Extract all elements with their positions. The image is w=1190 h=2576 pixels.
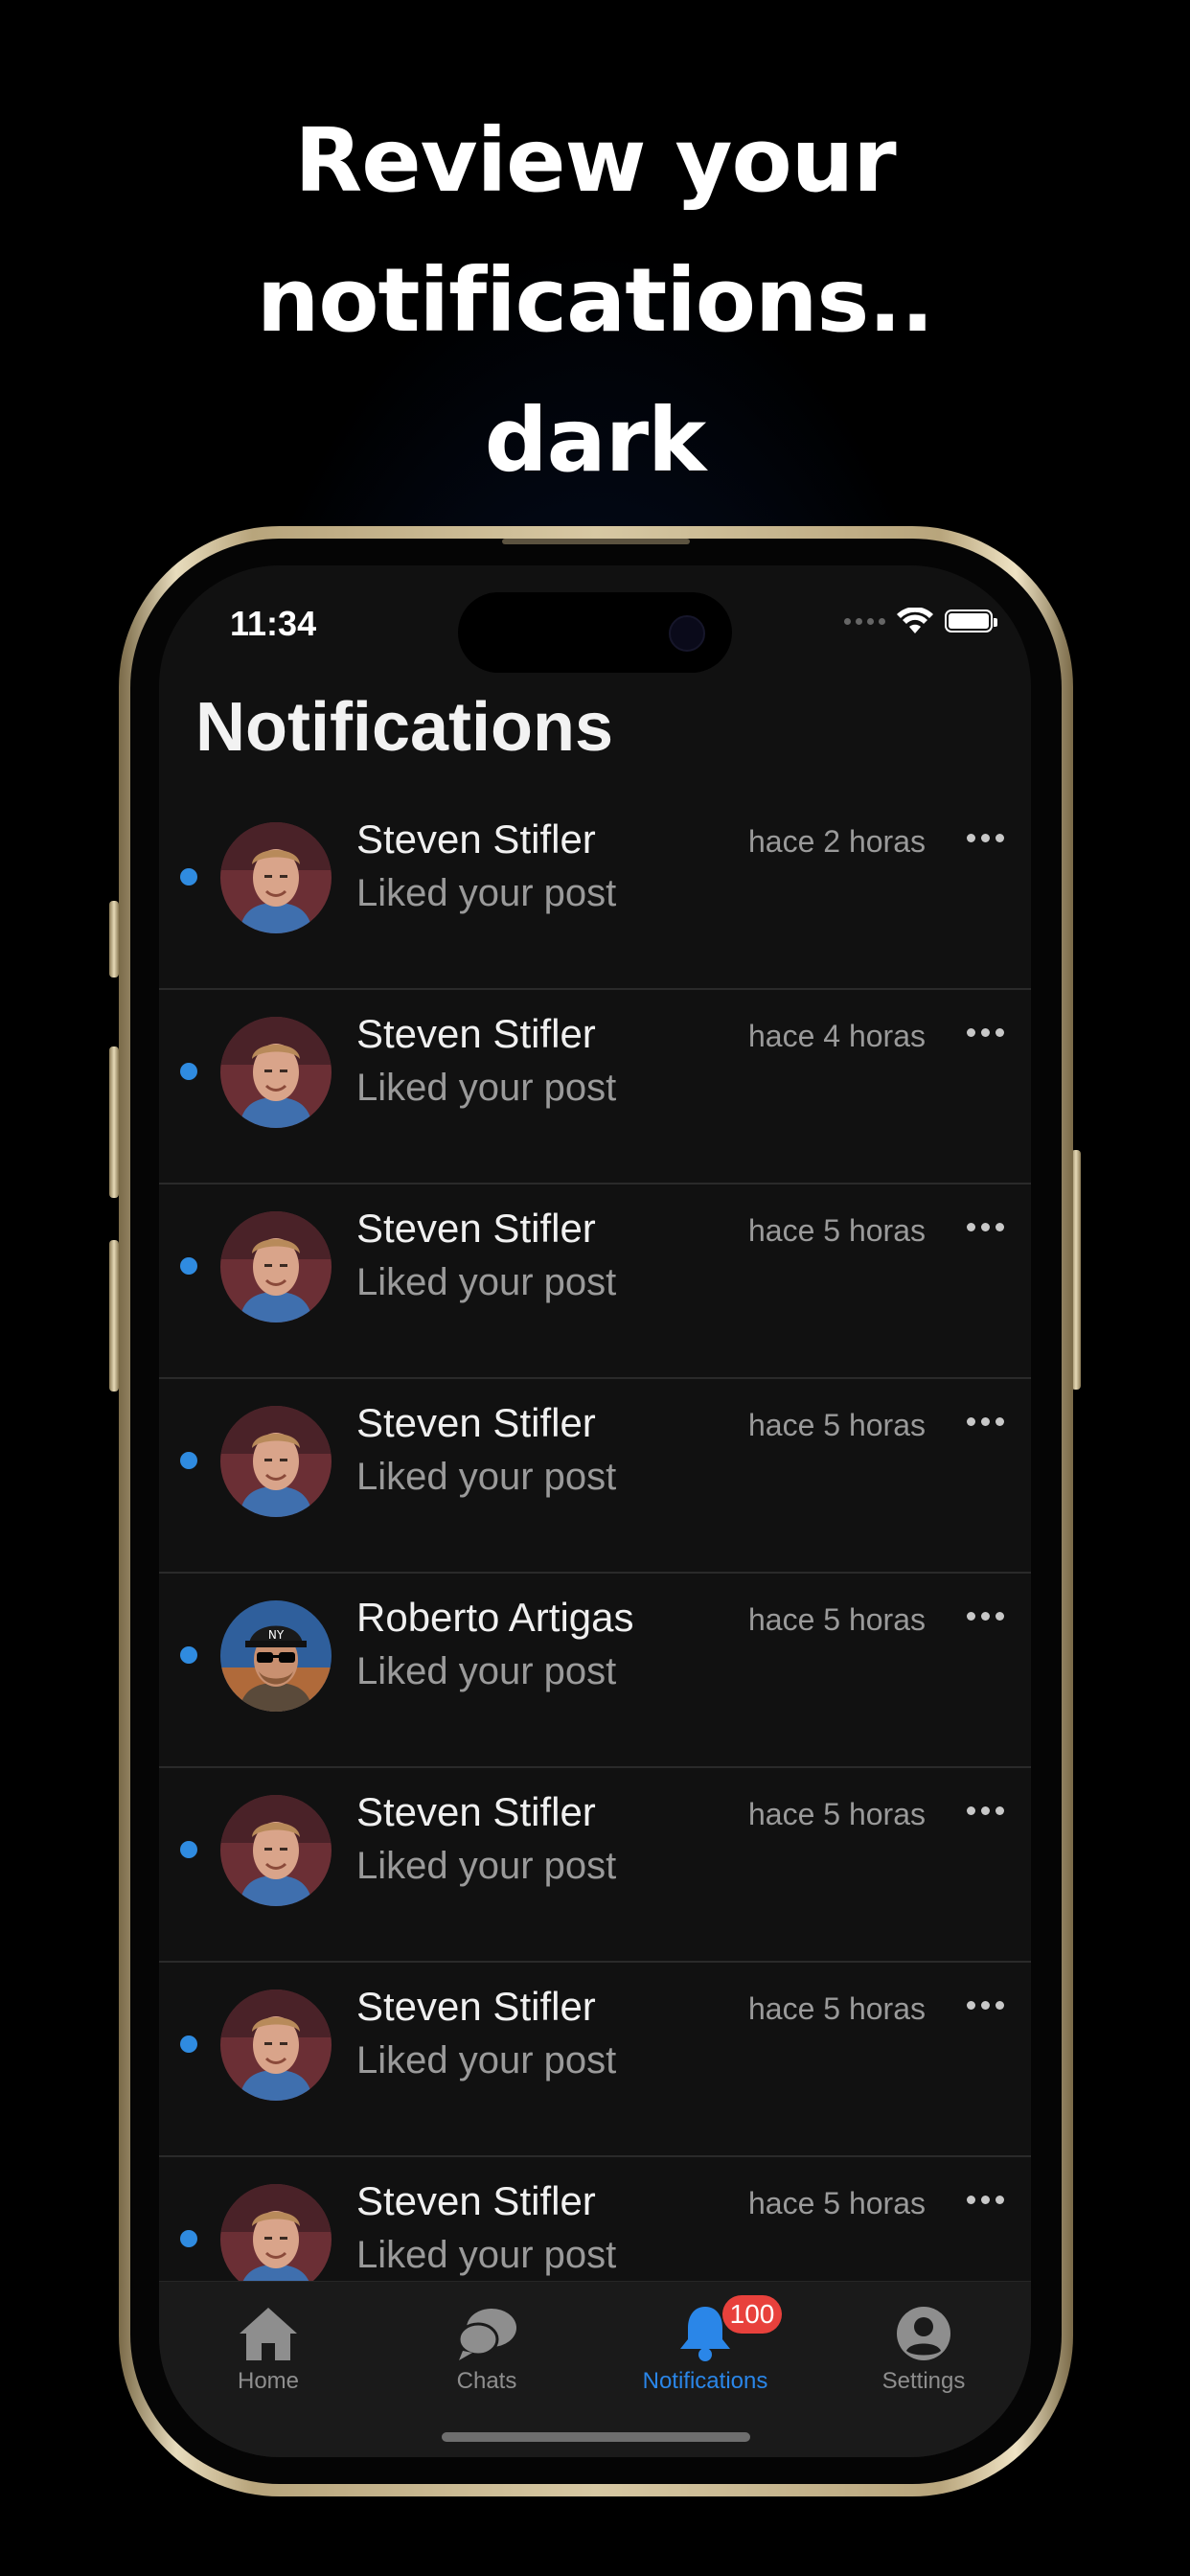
avatar[interactable]: NY xyxy=(220,1600,332,1712)
sender-name: Steven Stifler xyxy=(356,816,596,862)
svg-text:NY: NY xyxy=(268,1628,285,1642)
more-options-icon[interactable] xyxy=(967,1028,1004,1037)
avatar[interactable] xyxy=(220,2184,332,2281)
phone-speaker xyxy=(502,539,690,544)
list-item[interactable]: Steven Stifler Liked your post hace 2 hora… xyxy=(159,795,1031,990)
promo-headline: Review your notifications.. dark xyxy=(0,91,1190,511)
front-camera xyxy=(669,615,705,652)
notification-time: hace 4 horas xyxy=(747,1019,926,1053)
signal-dots-icon xyxy=(844,617,885,625)
unread-dot xyxy=(180,1452,197,1469)
avatar[interactable] xyxy=(220,1211,332,1322)
more-options-icon[interactable] xyxy=(967,1612,1004,1621)
avatar[interactable] xyxy=(220,1406,332,1517)
tab-settings[interactable]: Settings xyxy=(828,2299,1019,2395)
notification-message: Liked your post xyxy=(356,872,617,914)
unread-dot xyxy=(180,1841,197,1858)
tab-label: Settings xyxy=(881,2368,966,2394)
notification-time: hace 5 horas xyxy=(747,2186,926,2220)
avatar[interactable] xyxy=(220,1017,332,1128)
list-item[interactable]: Steven Stifler Liked your post hace 5 hora… xyxy=(159,1768,1031,1963)
sender-name: Steven Stifler xyxy=(356,1984,596,2029)
volume-down-button xyxy=(109,1240,119,1392)
headline-line-3: dark xyxy=(484,389,707,492)
more-options-icon[interactable] xyxy=(967,1417,1004,1426)
tab-label: Chats xyxy=(456,2368,517,2394)
tab-label: Notifications xyxy=(642,2368,768,2394)
more-options-icon[interactable] xyxy=(967,834,1004,842)
notification-message: Liked your post xyxy=(356,2039,617,2082)
notifications-list[interactable]: Steven Stifler Liked your post hace 2 hora… xyxy=(159,795,1031,2281)
unread-dot xyxy=(180,2036,197,2053)
sender-name: Steven Stifler xyxy=(356,1400,596,1445)
headline-line-2: notifications.. xyxy=(256,249,934,352)
phone-screen: 11:34 Notifications Steven Stifler Liked … xyxy=(159,565,1031,2457)
house-icon xyxy=(240,2308,297,2360)
tab-notifications[interactable]: 100 Notifications xyxy=(609,2295,801,2395)
list-item[interactable]: NY Roberto Artigas Liked your post hace 5 h… xyxy=(159,1574,1031,1768)
more-options-icon[interactable] xyxy=(967,1806,1004,1815)
notification-message: Liked your post xyxy=(356,2234,617,2276)
headline-line-1: Review your xyxy=(294,109,896,212)
notification-time: hace 5 horas xyxy=(747,1797,926,1831)
sender-name: Steven Stifler xyxy=(356,1206,596,1251)
sender-name: Steven Stifler xyxy=(356,1011,596,1056)
notification-message: Liked your post xyxy=(356,1456,617,1498)
list-item[interactable]: Steven Stifler Liked your post hace 5 hora… xyxy=(159,1963,1031,2157)
sender-name: Roberto Artigas xyxy=(356,1595,634,1640)
wifi-icon xyxy=(897,608,933,633)
dynamic-island xyxy=(458,592,732,673)
tab-chats[interactable]: Chats xyxy=(391,2299,583,2395)
more-options-icon[interactable] xyxy=(967,2196,1004,2204)
avatar[interactable] xyxy=(220,1795,332,1906)
sender-name: Steven Stifler xyxy=(356,1789,596,1834)
list-item[interactable]: Steven Stifler Liked your post hace 4 hora… xyxy=(159,990,1031,1184)
list-item[interactable]: Steven Stifler Liked your post hace 5 hora… xyxy=(159,1379,1031,1574)
avatar[interactable] xyxy=(220,822,332,933)
battery-icon xyxy=(945,610,997,632)
unread-dot xyxy=(180,868,197,886)
notification-time: hace 5 horas xyxy=(747,1408,926,1442)
sender-name: Steven Stifler xyxy=(356,2178,596,2223)
unread-dot xyxy=(180,1063,197,1080)
list-item[interactable]: Steven Stifler Liked your post hace 5 hora… xyxy=(159,1184,1031,1379)
notification-message: Liked your post xyxy=(356,1650,617,1692)
notification-time: hace 5 horas xyxy=(747,1213,926,1248)
unread-dot xyxy=(180,1646,197,1664)
notification-message: Liked your post xyxy=(356,1067,617,1109)
tab-home[interactable]: Home xyxy=(172,2299,364,2395)
notification-badge: 100 xyxy=(722,2295,782,2334)
action-button xyxy=(109,901,119,978)
person-circle-icon xyxy=(897,2307,950,2360)
home-indicator xyxy=(442,2432,750,2442)
status-icons xyxy=(844,608,997,634)
notification-message: Liked your post xyxy=(356,1845,617,1887)
avatar[interactable] xyxy=(220,1990,332,2101)
unread-dot xyxy=(180,2230,197,2247)
unread-dot xyxy=(180,1257,197,1275)
more-options-icon[interactable] xyxy=(967,1223,1004,1231)
status-time: 11:34 xyxy=(230,604,317,643)
tab-bar: Home Chats 100 Notifications Settings xyxy=(159,2281,1031,2457)
notification-time: hace 5 horas xyxy=(747,1991,926,2026)
page-title: Notifications xyxy=(195,689,614,766)
list-item[interactable]: Steven Stifler Liked your post hace 5 hora… xyxy=(159,2157,1031,2281)
volume-up-button xyxy=(109,1046,119,1198)
tab-label: Home xyxy=(237,2368,300,2394)
notification-time: hace 2 horas xyxy=(747,824,926,859)
chat-bubbles-icon xyxy=(457,2309,516,2360)
more-options-icon[interactable] xyxy=(967,2001,1004,2010)
notification-time: hace 5 horas xyxy=(747,1602,926,1637)
notification-message: Liked your post xyxy=(356,1261,617,1303)
